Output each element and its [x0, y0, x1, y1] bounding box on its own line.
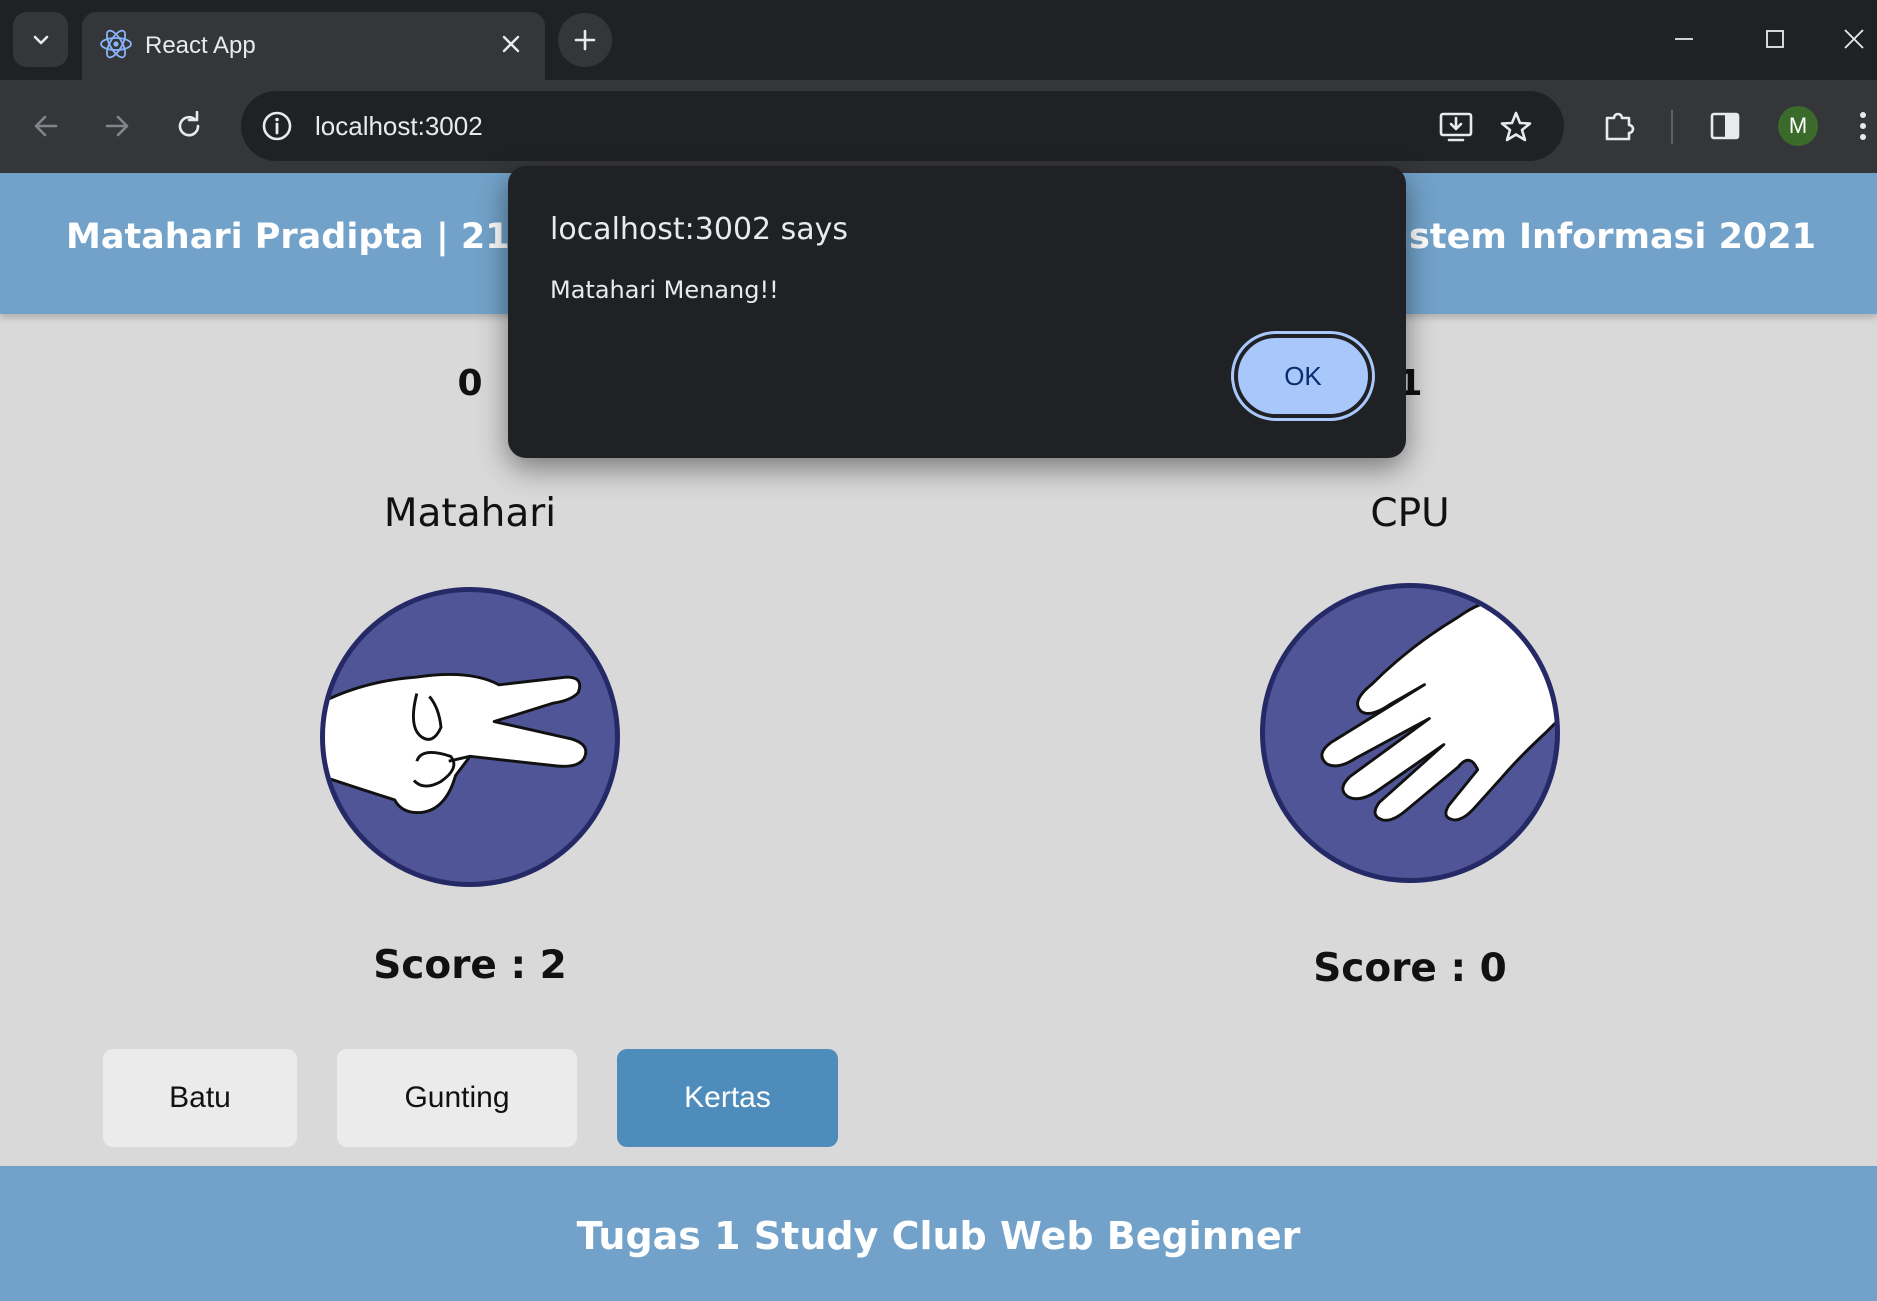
- url-text[interactable]: localhost:3002: [315, 111, 483, 142]
- reload-button[interactable]: [167, 104, 211, 148]
- back-button[interactable]: [24, 104, 68, 148]
- close-tab-icon: [502, 35, 520, 53]
- close-window-icon: [1843, 29, 1864, 49]
- player-score: Score : 2: [373, 943, 567, 988]
- tab-title: React App: [145, 32, 256, 59]
- side-panel-button[interactable]: [1703, 104, 1747, 148]
- new-tab-button[interactable]: [558, 13, 612, 67]
- side-panel-icon: [1710, 112, 1740, 140]
- forward-icon: [105, 115, 129, 137]
- maximize-button[interactable]: [1745, 14, 1805, 64]
- site-info-button[interactable]: [259, 108, 295, 144]
- player-top-count: 0: [457, 363, 483, 404]
- tab-list-icon: [33, 35, 48, 44]
- dialog-message: Matahari Menang!!: [550, 276, 779, 304]
- reload-icon: [178, 111, 200, 137]
- bookmark-button[interactable]: [1497, 108, 1535, 146]
- install-app-button[interactable]: [1437, 108, 1475, 146]
- dialog-title: localhost:3002 says: [550, 212, 849, 247]
- cpu-hand-paper-icon: [1260, 583, 1560, 883]
- cpu-name: CPU: [1370, 491, 1450, 536]
- site-info-icon: [262, 111, 292, 141]
- forward-button[interactable]: [95, 104, 139, 148]
- toolbar-separator: [1671, 110, 1673, 144]
- minimize-icon: [1675, 38, 1693, 40]
- close-tab-button[interactable]: [495, 28, 527, 60]
- kertas-button[interactable]: Kertas: [617, 1049, 838, 1147]
- gunting-button[interactable]: Gunting: [337, 1049, 577, 1147]
- install-app-icon: [1439, 112, 1473, 142]
- player-hand-scissors-icon: [320, 587, 620, 887]
- alert-dialog: localhost:3002 says Matahari Menang!! OK: [508, 166, 1406, 458]
- profile-avatar[interactable]: M: [1778, 106, 1818, 146]
- player-name: Matahari: [383, 491, 557, 536]
- page-footer: Tugas 1 Study Club Web Beginner: [0, 1166, 1877, 1301]
- browser-toolbar: localhost:3002 M: [0, 80, 1877, 173]
- cpu-score: Score : 0: [1313, 946, 1507, 991]
- close-window-button[interactable]: [1830, 14, 1877, 64]
- browser-tab[interactable]: React App: [82, 12, 545, 80]
- bookmark-star-icon: [1500, 111, 1532, 142]
- batu-button[interactable]: Batu: [103, 1049, 297, 1147]
- back-icon: [34, 115, 58, 137]
- browser-titlebar: React App: [0, 0, 1877, 80]
- extensions-button[interactable]: [1597, 104, 1641, 148]
- extensions-icon: [1605, 112, 1635, 141]
- dialog-ok-button[interactable]: OK: [1231, 331, 1375, 421]
- minimize-button[interactable]: [1654, 14, 1714, 64]
- tab-list-button[interactable]: [13, 12, 68, 67]
- react-favicon-icon: [100, 29, 132, 59]
- address-bar[interactable]: localhost:3002: [241, 91, 1564, 161]
- footer-text: Tugas 1 Study Club Web Beginner: [576, 1214, 1301, 1258]
- new-tab-icon: [574, 29, 596, 51]
- more-menu-button[interactable]: [1848, 104, 1877, 148]
- more-menu-icon: [1859, 112, 1866, 140]
- maximize-icon: [1766, 30, 1784, 48]
